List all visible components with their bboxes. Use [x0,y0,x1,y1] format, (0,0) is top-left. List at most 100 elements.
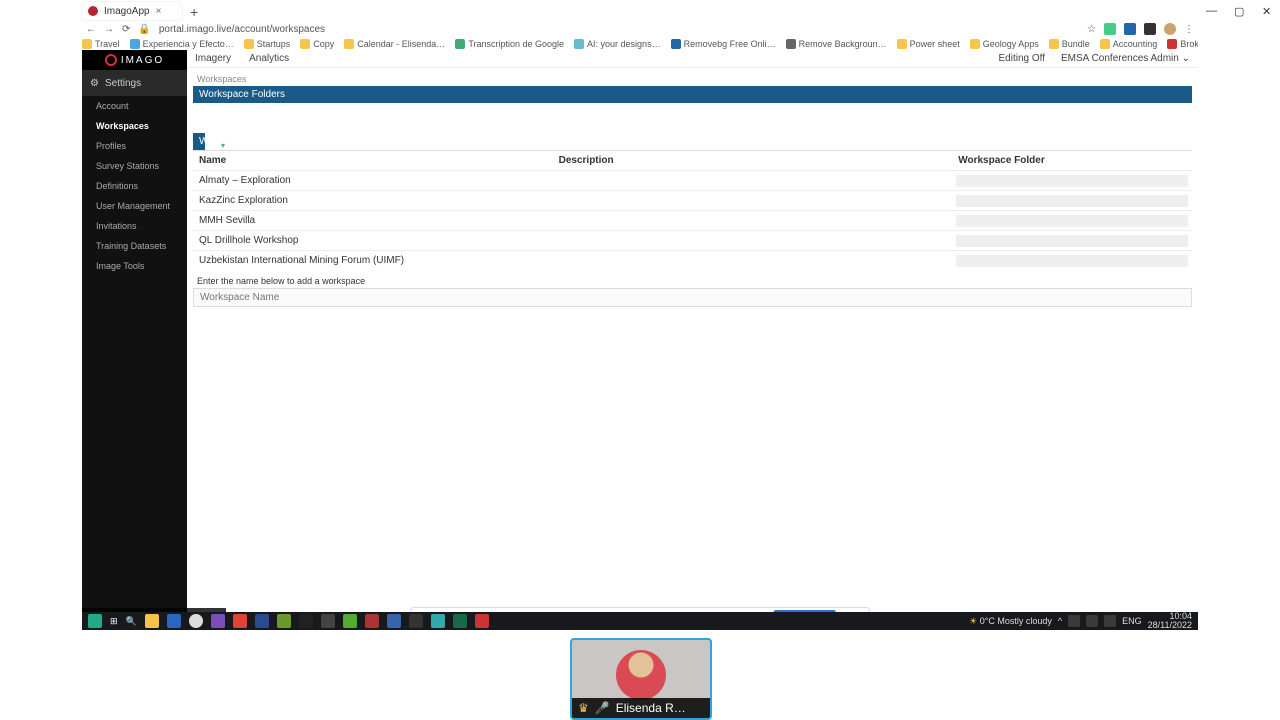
taskbar-explorer[interactable] [145,614,159,628]
bookmark[interactable]: Transcription de Google [455,39,564,49]
nav-back[interactable]: ← [86,24,96,35]
start-button[interactable]: ⊞ [110,616,118,627]
bookmark[interactable]: Experiencia y Efecto… [130,39,234,49]
sidebar-item-profiles[interactable]: Profiles [82,136,187,156]
table-row[interactable]: Uzbekistan International Mining Forum (U… [193,251,1192,271]
bookmark[interactable]: Startups [244,39,291,49]
table-row[interactable]: KazZinc Exploration [193,191,1192,211]
bookmark[interactable]: Broken Informatio… [1167,39,1198,49]
topnav-analytics[interactable]: Analytics [249,53,289,64]
tab-title: ImagoApp [104,6,150,17]
sidebar-settings[interactable]: ⚙ Settings [82,70,187,96]
bookmark[interactable]: Power sheet [897,39,960,49]
taskbar-app[interactable] [343,614,357,628]
taskbar-app[interactable] [321,614,335,628]
panel-header-workspaces: Workspaces [193,133,205,150]
table-row[interactable]: QL Drillhole Workshop [193,231,1192,251]
search-icon[interactable]: 🔍 [126,616,137,627]
workspace-folder-select[interactable] [956,235,1188,247]
host-icon: ♛ [578,701,589,715]
tray-sound-icon[interactable] [1104,615,1116,627]
bookmark[interactable]: Travel [82,39,120,49]
workspace-folder-select[interactable] [956,175,1188,187]
sidebar-item-workspaces[interactable]: Workspaces [82,116,187,136]
sidebar-item-definitions[interactable]: Definitions [82,176,187,196]
bookmark[interactable]: Removebg Free Onli… [671,39,776,49]
window-minimize[interactable]: — [1206,5,1216,15]
topnav-imagery[interactable]: Imagery [195,53,231,64]
taskbar-app[interactable] [211,614,225,628]
new-tab-button[interactable]: + [190,4,198,20]
ext-icon[interactable] [1104,23,1116,35]
taskbar-app[interactable] [409,614,423,628]
taskbar-outlook[interactable] [167,614,181,628]
table-row[interactable]: Almaty – Exploration [193,171,1192,191]
col-description[interactable]: Description [553,151,953,171]
ext-puzzle-icon[interactable] [1144,23,1156,35]
col-workspace-folder[interactable]: Workspace Folder [952,151,1192,171]
taskbar-app[interactable] [387,614,401,628]
taskbar-app[interactable] [453,614,467,628]
user-menu[interactable]: EMSA Conferences Admin ⌄ [1061,53,1190,64]
workspace-name-input[interactable] [193,288,1192,307]
tray-date[interactable]: 28/11/2022 [1148,621,1192,630]
weather-widget[interactable]: ☀ 0°C Mostly cloudy [969,616,1052,627]
sidebar-item-account[interactable]: Account [82,96,187,116]
sidebar-item-training-datasets[interactable]: Training Datasets [82,236,187,256]
app-sidebar: IMAGO ⚙ Settings Account Workspaces Prof… [82,50,187,630]
participant-name: Elisenda R… [616,701,686,715]
taskbar-app[interactable] [475,614,489,628]
sidebar-item-user-management[interactable]: User Management [82,196,187,216]
taskbar-app[interactable] [365,614,379,628]
ext-icon[interactable] [1124,23,1136,35]
settings-label: Settings [105,78,141,89]
sidebar-item-image-tools[interactable]: Image Tools [82,256,187,276]
profile-avatar[interactable] [1164,23,1176,35]
col-name[interactable]: Name [193,151,553,171]
logo-text: IMAGO [121,55,164,66]
bookmarks-bar: Travel Experiencia y Efecto… Startups Co… [82,38,1198,50]
taskbar-app[interactable] [431,614,445,628]
tray-icon[interactable] [1068,615,1080,627]
editing-toggle[interactable]: Editing Off [998,53,1045,64]
sidebar-item-invitations[interactable]: Invitations [82,216,187,236]
bookmark-star-icon[interactable]: ☆ [1087,24,1096,35]
taskbar-chrome[interactable] [189,614,203,628]
bookmark[interactable]: Geology Apps [970,39,1039,49]
cell-name: Almaty – Exploration [193,171,553,191]
browser-menu-icon[interactable]: ⋮ [1184,24,1194,35]
bookmark[interactable]: AI: your designs… [574,39,661,49]
bookmark[interactable]: Bundle [1049,39,1090,49]
tab-close-icon[interactable]: × [156,6,162,17]
taskbar-app[interactable] [233,614,247,628]
taskbar-app[interactable] [277,614,291,628]
tray-wifi-icon[interactable] [1086,615,1098,627]
app-logo[interactable]: IMAGO [82,50,187,70]
table-row[interactable]: MMH Sevilla [193,211,1192,231]
window-close[interactable]: ✕ [1262,5,1272,15]
bookmark[interactable]: Accounting [1100,39,1158,49]
video-thumbnail[interactable]: ♛ 🎤 Elisenda R… [570,638,712,720]
workspace-folder-select[interactable] [956,255,1188,267]
bookmark[interactable]: Calendar - Elisenda… [344,39,445,49]
taskbar-app[interactable] [255,614,269,628]
taskbar-app[interactable] [88,614,102,628]
cell-name: Uzbekistan International Mining Forum (U… [193,251,553,271]
nav-reload[interactable]: ⟳ [122,24,130,35]
window-maximize[interactable]: ▢ [1234,5,1244,15]
mute-icon: 🎤 [595,701,610,715]
lock-icon: 🔒 [138,24,150,35]
workspace-folder-select[interactable] [956,195,1188,207]
favicon-icon [88,6,98,16]
tray-lang[interactable]: ENG [1122,616,1142,626]
address-url[interactable]: portal.imago.live/account/workspaces [159,24,1079,35]
browser-tab[interactable]: ImagoApp × [82,2,182,20]
workspace-folder-select[interactable] [956,215,1188,227]
breadcrumb: Workspaces [193,72,1192,86]
tray-chevron-icon[interactable]: ^ [1058,616,1062,626]
taskbar-app[interactable] [299,614,313,628]
logo-icon [105,54,117,66]
bookmark[interactable]: Copy [300,39,334,49]
bookmark[interactable]: Remove Backgroun… [786,39,887,49]
sidebar-item-survey-stations[interactable]: Survey Stations [82,156,187,176]
